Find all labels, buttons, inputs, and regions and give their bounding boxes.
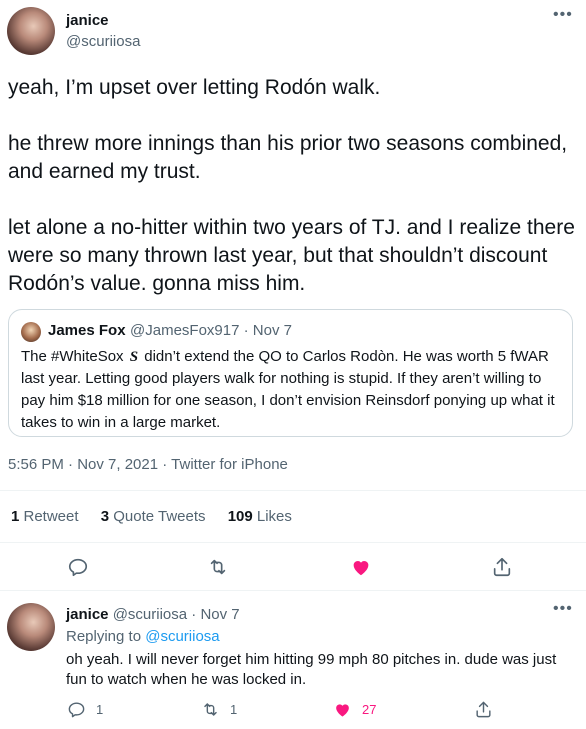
timestamp-text[interactable]: 5:56 PM · Nov 7, 2021 bbox=[8, 456, 158, 473]
more-options-icon[interactable]: ••• bbox=[553, 6, 573, 24]
quoted-tweet-text: The #WhiteSox S didn’t extend the QO to … bbox=[21, 346, 561, 434]
tweet-paragraph: let alone a no-hitter within two years o… bbox=[8, 216, 575, 295]
white-sox-logo-icon: S bbox=[129, 349, 139, 365]
divider bbox=[0, 490, 586, 491]
author-avatar[interactable] bbox=[7, 7, 55, 55]
share-icon[interactable] bbox=[491, 556, 513, 578]
quote-tweets-count: 3 bbox=[100, 508, 110, 525]
engagement-stats: 1 Retweet 3 Quote Tweets 109 Likes bbox=[11, 508, 310, 525]
quoted-author-name: James Fox bbox=[48, 322, 126, 339]
replying-to: Replying to @scuriiosa bbox=[66, 628, 220, 645]
timestamp-separator: · bbox=[158, 456, 172, 473]
divider bbox=[0, 590, 586, 591]
likes-stat[interactable]: 109 Likes bbox=[228, 508, 292, 525]
divider bbox=[0, 542, 586, 543]
quoted-author-avatar bbox=[21, 322, 41, 342]
tweet-paragraph: yeah, I’m upset over letting Rodón walk. bbox=[8, 76, 381, 99]
reply-icon bbox=[68, 702, 85, 718]
replying-to-label: Replying to bbox=[66, 628, 146, 645]
likes-label: Likes bbox=[252, 508, 292, 525]
reply-author-name[interactable]: janice bbox=[66, 606, 109, 623]
replying-to-handle-link[interactable]: @scuriiosa bbox=[145, 628, 219, 645]
tweet-timestamp[interactable]: 5:56 PM · Nov 7, 2021 · Twitter for iPho… bbox=[8, 456, 288, 473]
retweets-stat[interactable]: 1 Retweet bbox=[11, 508, 79, 525]
reply-author-meta[interactable]: @scuriiosa · Nov 7 bbox=[109, 606, 240, 623]
share-icon bbox=[476, 701, 491, 718]
retweet-icon[interactable] bbox=[207, 556, 229, 578]
reply-like-button[interactable]: 27 bbox=[333, 700, 376, 719]
quoted-tweet-card[interactable]: James Fox @JamesFox917 · Nov 7 The #Whit… bbox=[8, 309, 573, 437]
reply-reply-button[interactable]: 1 bbox=[67, 700, 103, 719]
reply-author-avatar[interactable] bbox=[7, 603, 55, 651]
liked-heart-icon bbox=[336, 704, 349, 717]
tweet-paragraph: he threw more innings than his prior two… bbox=[8, 132, 568, 183]
quote-tweets-stat[interactable]: 3 Quote Tweets bbox=[101, 508, 206, 525]
reply-share-button[interactable] bbox=[474, 700, 503, 719]
likes-count: 109 bbox=[227, 508, 253, 525]
retweet-icon bbox=[204, 703, 217, 716]
like-count: 27 bbox=[362, 702, 377, 717]
tweet-source[interactable]: Twitter for iPhone bbox=[171, 456, 288, 473]
author-name[interactable]: janice bbox=[66, 12, 109, 29]
tweet-text: yeah, I’m upset over letting Rodón walk.… bbox=[8, 74, 578, 326]
reply-count: 1 bbox=[96, 702, 104, 717]
reply-more-options-icon[interactable]: ••• bbox=[553, 600, 573, 618]
quoted-text-start: The #WhiteSox bbox=[21, 348, 128, 365]
reply-text: oh yeah. I will never forget him hitting… bbox=[66, 651, 557, 688]
retweets-label: Retweet bbox=[19, 508, 79, 525]
reply-header: janice @scuriiosa · Nov 7 bbox=[66, 606, 240, 623]
reply-retweet-button[interactable]: 1 bbox=[201, 700, 237, 719]
author-handle[interactable]: @scuriiosa bbox=[66, 33, 140, 50]
quote-tweets-label: Quote Tweets bbox=[109, 508, 206, 525]
liked-heart-icon[interactable] bbox=[350, 556, 372, 578]
retweet-count: 1 bbox=[230, 702, 238, 717]
quoted-author-meta: @JamesFox917 · Nov 7 bbox=[130, 322, 292, 339]
reply-icon[interactable] bbox=[67, 556, 89, 578]
